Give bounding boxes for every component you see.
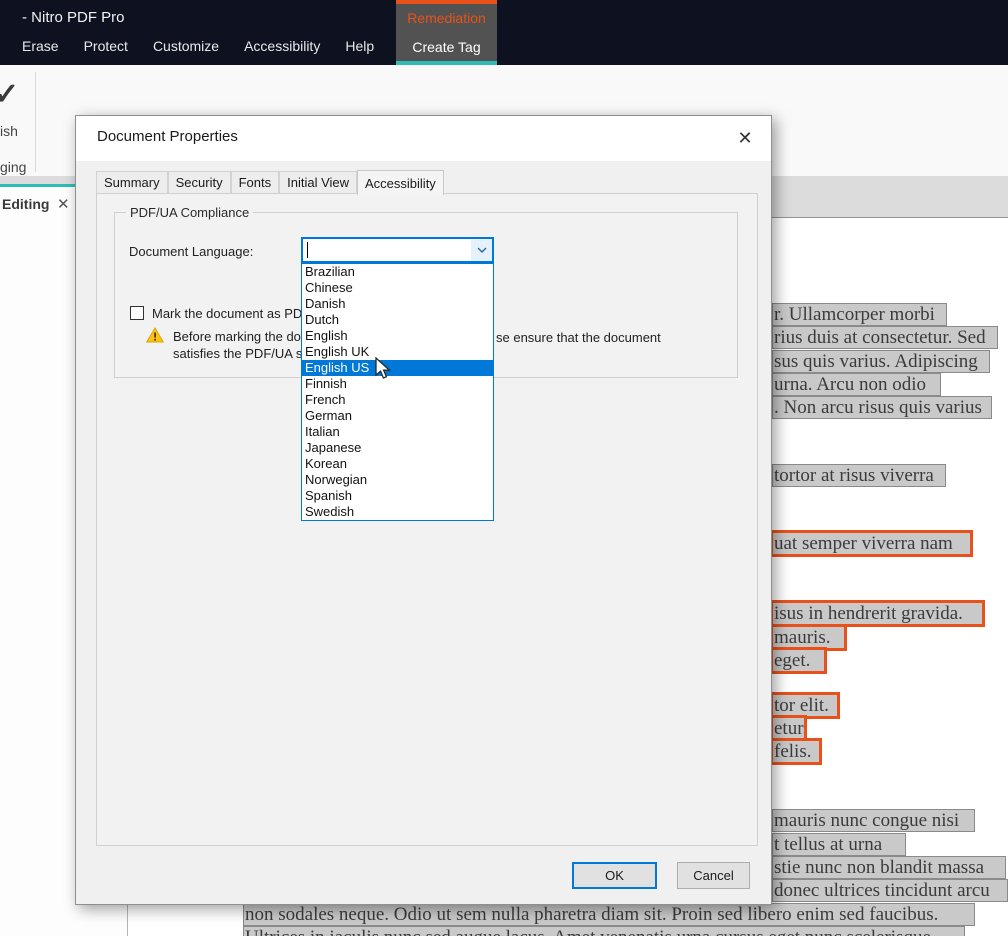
document-language-label: Document Language: — [129, 244, 253, 259]
tagged-text-line[interactable]: . Non arcu risus quis varius — [772, 396, 992, 419]
tagged-text-line[interactable]: stie nunc non blandit massa — [772, 856, 1006, 879]
tagged-text-line[interactable]: tortor at risus viverra — [772, 464, 946, 487]
dropdown-option[interactable]: French — [302, 392, 493, 408]
mark-pdfua-checkbox-label: Mark the document as PDF — [152, 306, 310, 321]
warning-icon — [146, 327, 164, 343]
dropdown-option[interactable]: Korean — [302, 456, 493, 472]
tagged-text-line[interactable]: felis. — [772, 740, 820, 763]
warning-text-line2: satisfies the PDF/UA s — [173, 346, 302, 361]
dropdown-option[interactable]: English US — [302, 360, 493, 376]
tagged-text-line[interactable]: non sodales neque. Odio ut sem nulla pha… — [243, 903, 975, 926]
tagged-text-line[interactable]: rius duis at consectetur. Sed — [772, 326, 998, 349]
tagged-text-line[interactable]: t tellus at urna — [772, 833, 906, 856]
document-language-combobox[interactable] — [301, 237, 494, 263]
dropdown-option[interactable]: English — [302, 328, 493, 344]
tagged-text-line[interactable]: mauris. — [772, 626, 845, 649]
tagged-text-line[interactable]: urna. Arcu non odio — [772, 373, 941, 396]
cancel-button-label: Cancel — [693, 868, 733, 883]
pdfua-compliance-label: PDF/UA Compliance — [126, 205, 253, 220]
panel-close-icon[interactable]: ✕ — [57, 195, 70, 213]
dropdown-option[interactable]: Danish — [302, 296, 493, 312]
dropdown-option[interactable]: Dutch — [302, 312, 493, 328]
dropdown-option[interactable]: Japanese — [302, 440, 493, 456]
tagged-text-line[interactable]: r. Ullamcorper morbi — [772, 303, 947, 326]
menu-item[interactable]: Help — [345, 38, 374, 54]
ribbon-separator — [35, 72, 36, 172]
window-title: - Nitro PDF Pro — [22, 9, 125, 26]
tagged-text-line[interactable]: donec ultrices tincidunt arcu — [772, 879, 1008, 902]
titlebar: - Nitro PDF Pro Erase Protect Customize Acc… — [0, 0, 1008, 65]
menu-item[interactable]: Erase — [22, 38, 59, 54]
remediation-label: Remediation — [407, 10, 486, 26]
combobox-dropdown-button[interactable] — [471, 239, 492, 261]
dropdown-option[interactable]: English UK — [302, 344, 493, 360]
dropdown-option[interactable]: Norwegian — [302, 472, 493, 488]
document-properties-dialog: Document Properties ✕ SummarySecurityFon… — [75, 115, 772, 905]
ok-button-label: OK — [605, 868, 624, 883]
dropdown-option[interactable]: Brazilian — [302, 264, 493, 280]
finish-tagging-label-line2: ging — [0, 159, 26, 175]
dialog-tab[interactable]: Accessibility — [357, 170, 444, 195]
mark-pdfua-checkbox[interactable] — [130, 306, 144, 320]
tagged-text-line[interactable]: uat semper viverra nam — [772, 532, 971, 555]
editing-panel-title: Editing — [2, 196, 49, 212]
tagged-text-line[interactable]: tor elit. — [772, 694, 838, 717]
dropdown-option[interactable]: Finnish — [302, 376, 493, 392]
menu-bar: Erase Protect Customize Accessibility Help — [22, 38, 374, 54]
tagged-text-line[interactable]: eget. — [772, 649, 825, 672]
tab-remediation[interactable]: Remediation Create Tag — [396, 0, 497, 65]
create-tag-label[interactable]: Create Tag — [412, 39, 480, 55]
dropdown-option[interactable]: Italian — [302, 424, 493, 440]
dropdown-option[interactable]: German — [302, 408, 493, 424]
menu-item[interactable]: Protect — [84, 38, 128, 54]
warning-text-line1-left: Before marking the do — [173, 329, 301, 344]
finish-tagging-button[interactable]: ✓ ish ging — [0, 75, 34, 170]
tagged-text-line[interactable]: isus in hendrerit gravida. — [772, 602, 983, 625]
dialog-tabs: SummarySecurityFontsInitial ViewAccessib… — [96, 170, 444, 193]
dialog-tab[interactable]: Initial View — [279, 171, 357, 193]
finish-tagging-label-line1: ish — [0, 123, 18, 139]
language-dropdown-list: BrazilianChineseDanishDutchEnglishEnglis… — [301, 263, 494, 521]
dialog-tab[interactable]: Fonts — [231, 171, 280, 193]
tagged-text-line[interactable]: mauris nunc congue nisi — [772, 809, 975, 832]
dropdown-option[interactable]: Chinese — [302, 280, 493, 296]
cancel-button[interactable]: Cancel — [677, 862, 750, 889]
check-icon: ✓ — [0, 77, 19, 112]
application-window: - Nitro PDF Pro Erase Protect Customize Acc… — [0, 0, 1008, 936]
chevron-down-icon — [477, 247, 487, 253]
dropdown-option[interactable]: Spanish — [302, 488, 493, 504]
mouse-cursor — [374, 357, 394, 381]
dialog-titlebar[interactable]: Document Properties ✕ — [76, 116, 771, 161]
dialog-close-icon[interactable]: ✕ — [732, 125, 758, 151]
ok-button[interactable]: OK — [572, 862, 657, 889]
tagged-text-line[interactable]: Ultrices in iaculis nunc sed augue lacus… — [243, 926, 965, 936]
dialog-title: Document Properties — [97, 128, 238, 145]
tagged-text-line[interactable]: sus quis varius. Adipiscing — [772, 350, 990, 373]
text-caret — [307, 242, 308, 258]
dialog-tab[interactable]: Security — [168, 171, 231, 193]
menu-item[interactable]: Customize — [153, 38, 219, 54]
dropdown-option[interactable]: Swedish — [302, 504, 493, 520]
warning-text-line1-right: se ensure that the document — [496, 330, 661, 345]
tagged-text-line[interactable]: etur. — [772, 717, 805, 740]
dialog-tab[interactable]: Summary — [96, 171, 168, 193]
menu-item[interactable]: Accessibility — [244, 38, 320, 54]
